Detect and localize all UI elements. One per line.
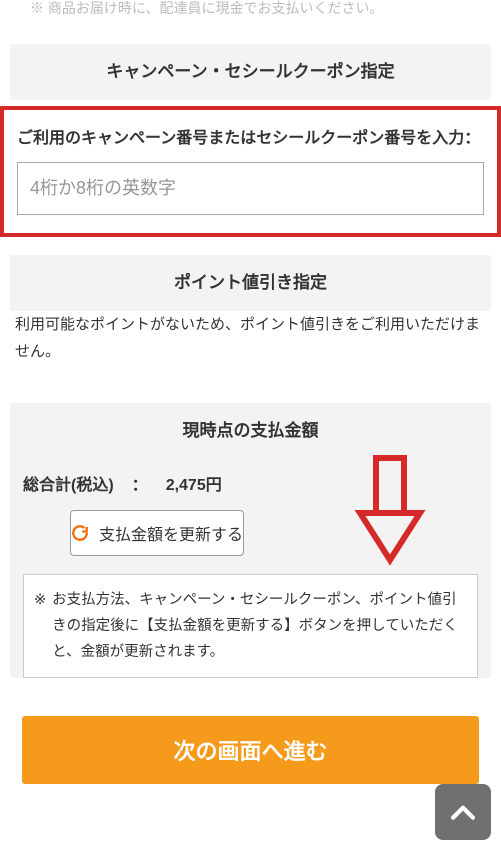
- points-body-text: 利用可能なポイントがないため、ポイント値引きをご利用いただけません。: [0, 311, 501, 385]
- campaign-heading: キャンペーン・セシールクーポン指定: [10, 44, 491, 100]
- payment-heading: 現時点の支払金額: [10, 403, 491, 459]
- total-separator: ：: [132, 471, 148, 495]
- refresh-button-label: 支払金額を更新する: [99, 521, 243, 545]
- coupon-input[interactable]: [17, 162, 484, 215]
- next-screen-button[interactable]: 次の画面へ進む: [22, 716, 479, 784]
- coupon-label: ご利用のキャンペーン番号またはセシールクーポン番号を入力：: [17, 125, 484, 152]
- campaign-panel: キャンペーン・セシールクーポン指定: [10, 44, 491, 100]
- refresh-payment-button[interactable]: 支払金額を更新する: [70, 510, 244, 556]
- payment-total-row: 総合計(税込) ： 2,475円: [10, 459, 491, 510]
- points-panel: ポイント値引き指定: [10, 255, 491, 311]
- refresh-icon: [71, 524, 89, 542]
- payment-note: ※ お支払方法、キャンペーン・セシールクーポン、ポイント値引きの指定後に【支払金…: [23, 574, 478, 678]
- payment-note-text: お支払方法、キャンペーン・セシールクーポン、ポイント値引きの指定後に【支払金額を…: [52, 587, 467, 665]
- delivery-payment-note: ※ 商品お届け時に、配達員に現金でお支払いください。: [0, 0, 501, 26]
- points-heading: ポイント値引き指定: [10, 255, 491, 311]
- chevron-up-icon: [446, 795, 480, 829]
- payment-panel: 現時点の支払金額 総合計(税込) ： 2,475円 支払金額を更新する ※ お支…: [10, 403, 491, 678]
- total-label: 総合計(税込): [23, 471, 114, 495]
- total-value: 2,475円: [166, 471, 222, 495]
- coupon-highlight-box: ご利用のキャンペーン番号またはセシールクーポン番号を入力：: [0, 106, 501, 237]
- scroll-to-top-button[interactable]: [435, 784, 491, 840]
- note-marker: ※: [34, 587, 46, 665]
